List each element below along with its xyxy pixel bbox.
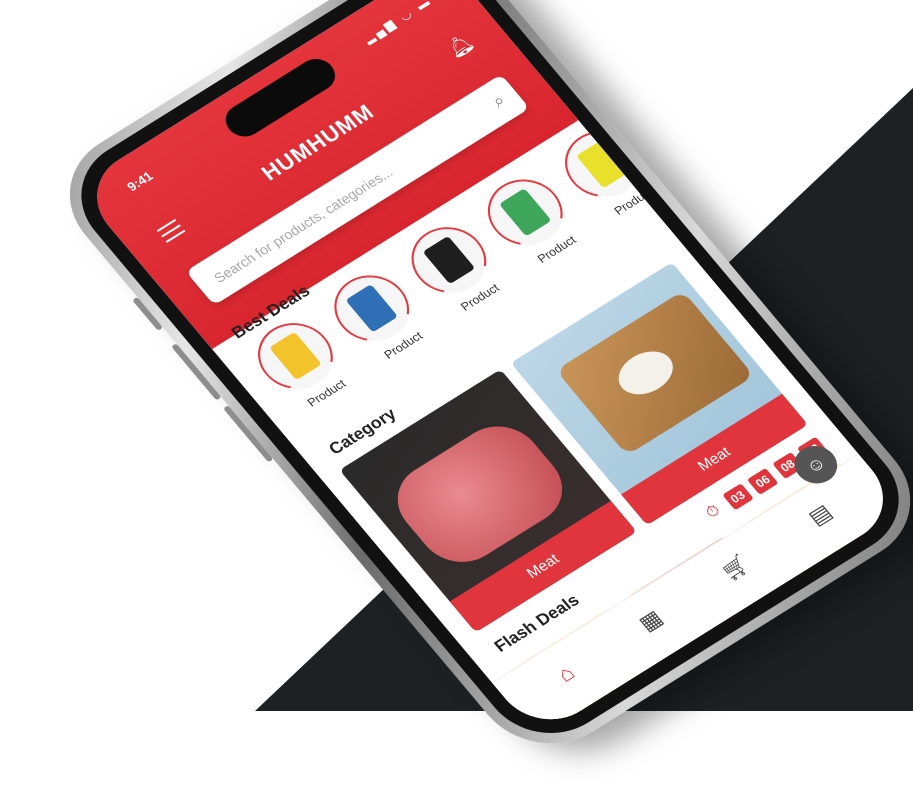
store-icon[interactable]: ▤ [799, 497, 844, 536]
timer-cell: 06 [746, 467, 779, 495]
chat-fab-icon[interactable]: ☺ [785, 438, 846, 491]
status-icons: ▂▄▆ ◡ ▬ [360, 0, 435, 46]
cart-icon[interactable]: 🛒︎ [714, 550, 759, 589]
grid-icon[interactable]: ▦ [630, 603, 675, 642]
timer-clock-icon: ⏱︎ [702, 501, 724, 522]
status-time: 9:41 [123, 168, 156, 195]
home-icon[interactable]: ⌂ [545, 656, 590, 695]
search-icon[interactable]: ⌕ [488, 90, 510, 112]
timer-cell: 03 [721, 483, 754, 511]
